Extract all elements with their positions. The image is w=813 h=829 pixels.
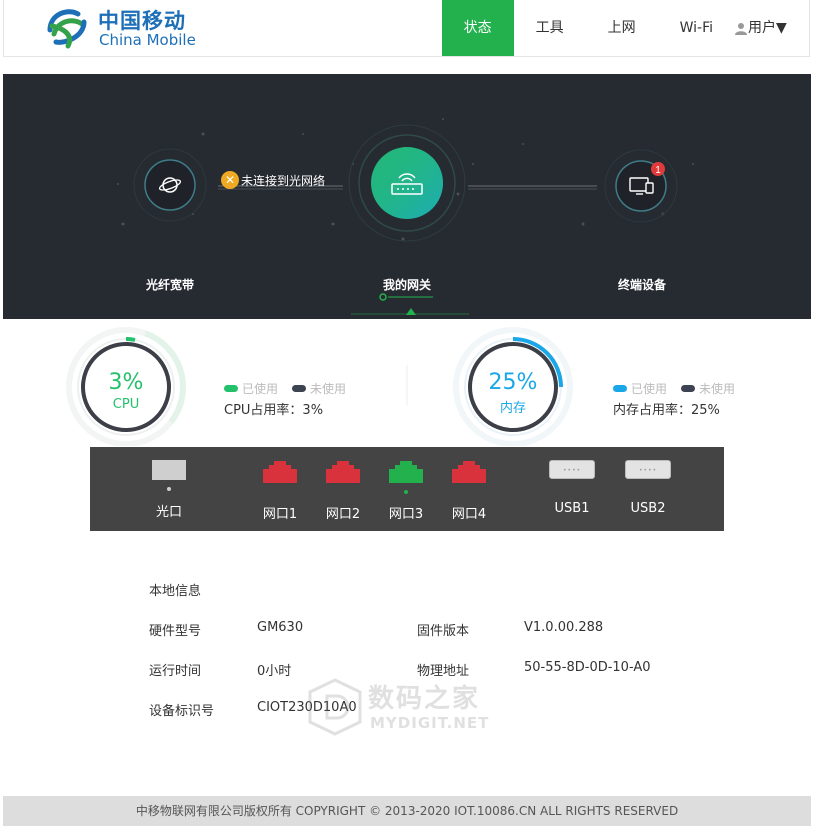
notification-badge-count: 1 [655,165,661,176]
optical-port-icon [152,460,186,480]
uptime-value: 0小时 [257,664,292,679]
lan3-status-dot [404,490,408,494]
port-optical[interactable]: 光口 [150,447,188,531]
link-status: ✕ 未连接到光网络 [221,170,325,190]
watermark-text-cn: 数码之家 [368,684,481,714]
firmware-value: V1.0.00.288 [524,620,604,635]
nav-wifi[interactable]: Wi-Fi [658,0,735,56]
nav-status[interactable]: 状态 [441,0,514,56]
fiber-label: 光纤宽带 [146,278,195,292]
port-lan3-label: 网口3 [388,507,424,522]
port-usb2[interactable]: •••• USB2 [623,447,673,531]
network-topology-panel: 1 ✕ 未连接到光网络 光纤宽带 我的网关 终端设备 [3,74,811,319]
selected-node-indicator [406,308,416,315]
port-lan4-label: 网口4 [451,507,487,522]
footer-copyright: 中移物联网有限公司版权所有 COPYRIGHT © 2013-2020 IOT.… [3,796,811,826]
port-usb2-label: USB2 [630,501,666,516]
cpu-used-swatch [224,385,238,392]
ethernet-port-icon [326,461,360,483]
cpu-value: 3% [108,370,144,395]
cpu-label: CPU [112,397,140,412]
logo-mark-icon [47,9,87,49]
usage-stats: 3% CPU 已使用 未使用 CPU占用率：3% 25% 内存 已使用 未使用 … [0,320,813,446]
port-optical-label: 光口 [155,505,182,520]
watermark: 数码之家 MYDIGIT.NET [308,676,508,740]
memory-used-swatch [613,385,627,392]
mac-value: 50-55-8D-0D-10-A0 [524,660,651,675]
device-id-label: 设备标识号 [149,704,215,719]
cpu-usage-arc [125,337,136,342]
hw-model-value: GM630 [257,620,304,635]
watermark-text-en: MYDIGIT.NET [370,714,490,732]
usb-port-icon: •••• [625,460,671,479]
watermark-logo-icon [308,678,362,736]
memory-label: 内存 [499,401,526,416]
port-lan2-label: 网口2 [325,507,361,522]
nav-internet[interactable]: 上网 [586,0,658,56]
cpu-legend: 已使用 未使用 [224,380,360,397]
cpu-unused-label: 未使用 [310,382,347,396]
user-icon [735,22,747,35]
hw-model-label: 硬件型号 [149,624,202,639]
ethernet-port-icon [452,461,486,483]
uptime-label: 运行时间 [149,664,202,679]
port-lan1-label: 网口1 [262,507,298,522]
port-lan1[interactable]: 网口1 [258,447,302,531]
cpu-used-label: 已使用 [242,382,279,396]
port-lan4[interactable]: 网口4 [447,447,491,531]
nav-tools[interactable]: 工具 [514,0,586,56]
port-status-panel: 光口 网口1 网口2 网口3 网口4 •••• USB1 •••• USB2 [90,447,724,531]
header: 中国移动 China Mobile 状态 工具 上网 Wi-Fi 用户▼ [3,0,810,57]
gateway-node[interactable] [348,124,466,242]
local-info-title: 本地信息 [149,584,202,599]
gateway-label: 我的网关 [383,278,432,292]
port-usb1[interactable]: •••• USB1 [547,447,597,531]
fiber-node[interactable] [133,148,207,222]
port-lan3[interactable]: 网口3 [384,447,428,531]
port-lan2[interactable]: 网口2 [321,447,365,531]
disconnected-icon: ✕ [221,171,239,189]
memory-legend: 已使用 未使用 [613,380,749,397]
ethernet-port-icon [389,461,423,483]
link-status-text: 未连接到光网络 [241,173,326,188]
cpu-usage-text: CPU占用率：3% [224,403,324,418]
main-nav: 状态 工具 上网 Wi-Fi 用户▼ [441,0,809,56]
usb-port-icon: •••• [549,460,595,479]
terminal-label: 终端设备 [618,278,667,292]
cpu-unused-swatch [292,385,307,392]
memory-used-label: 已使用 [631,382,668,396]
memory-unused-swatch [681,385,696,392]
china-mobile-logo[interactable]: 中国移动 China Mobile [44,4,204,52]
nav-user-menu[interactable]: 用户▼ [735,0,809,56]
brand-name-en: China Mobile [99,31,196,49]
memory-unused-label: 未使用 [699,382,736,396]
memory-value: 25% [488,370,538,395]
optical-status-dot [167,487,171,491]
firmware-label: 固件版本 [417,624,470,639]
memory-usage-text: 内存占用率：25% [613,403,720,418]
ethernet-port-icon [263,461,297,483]
user-menu-label: 用户▼ [748,20,787,36]
port-usb1-label: USB1 [554,501,590,516]
terminal-node[interactable]: 1 [604,149,678,223]
